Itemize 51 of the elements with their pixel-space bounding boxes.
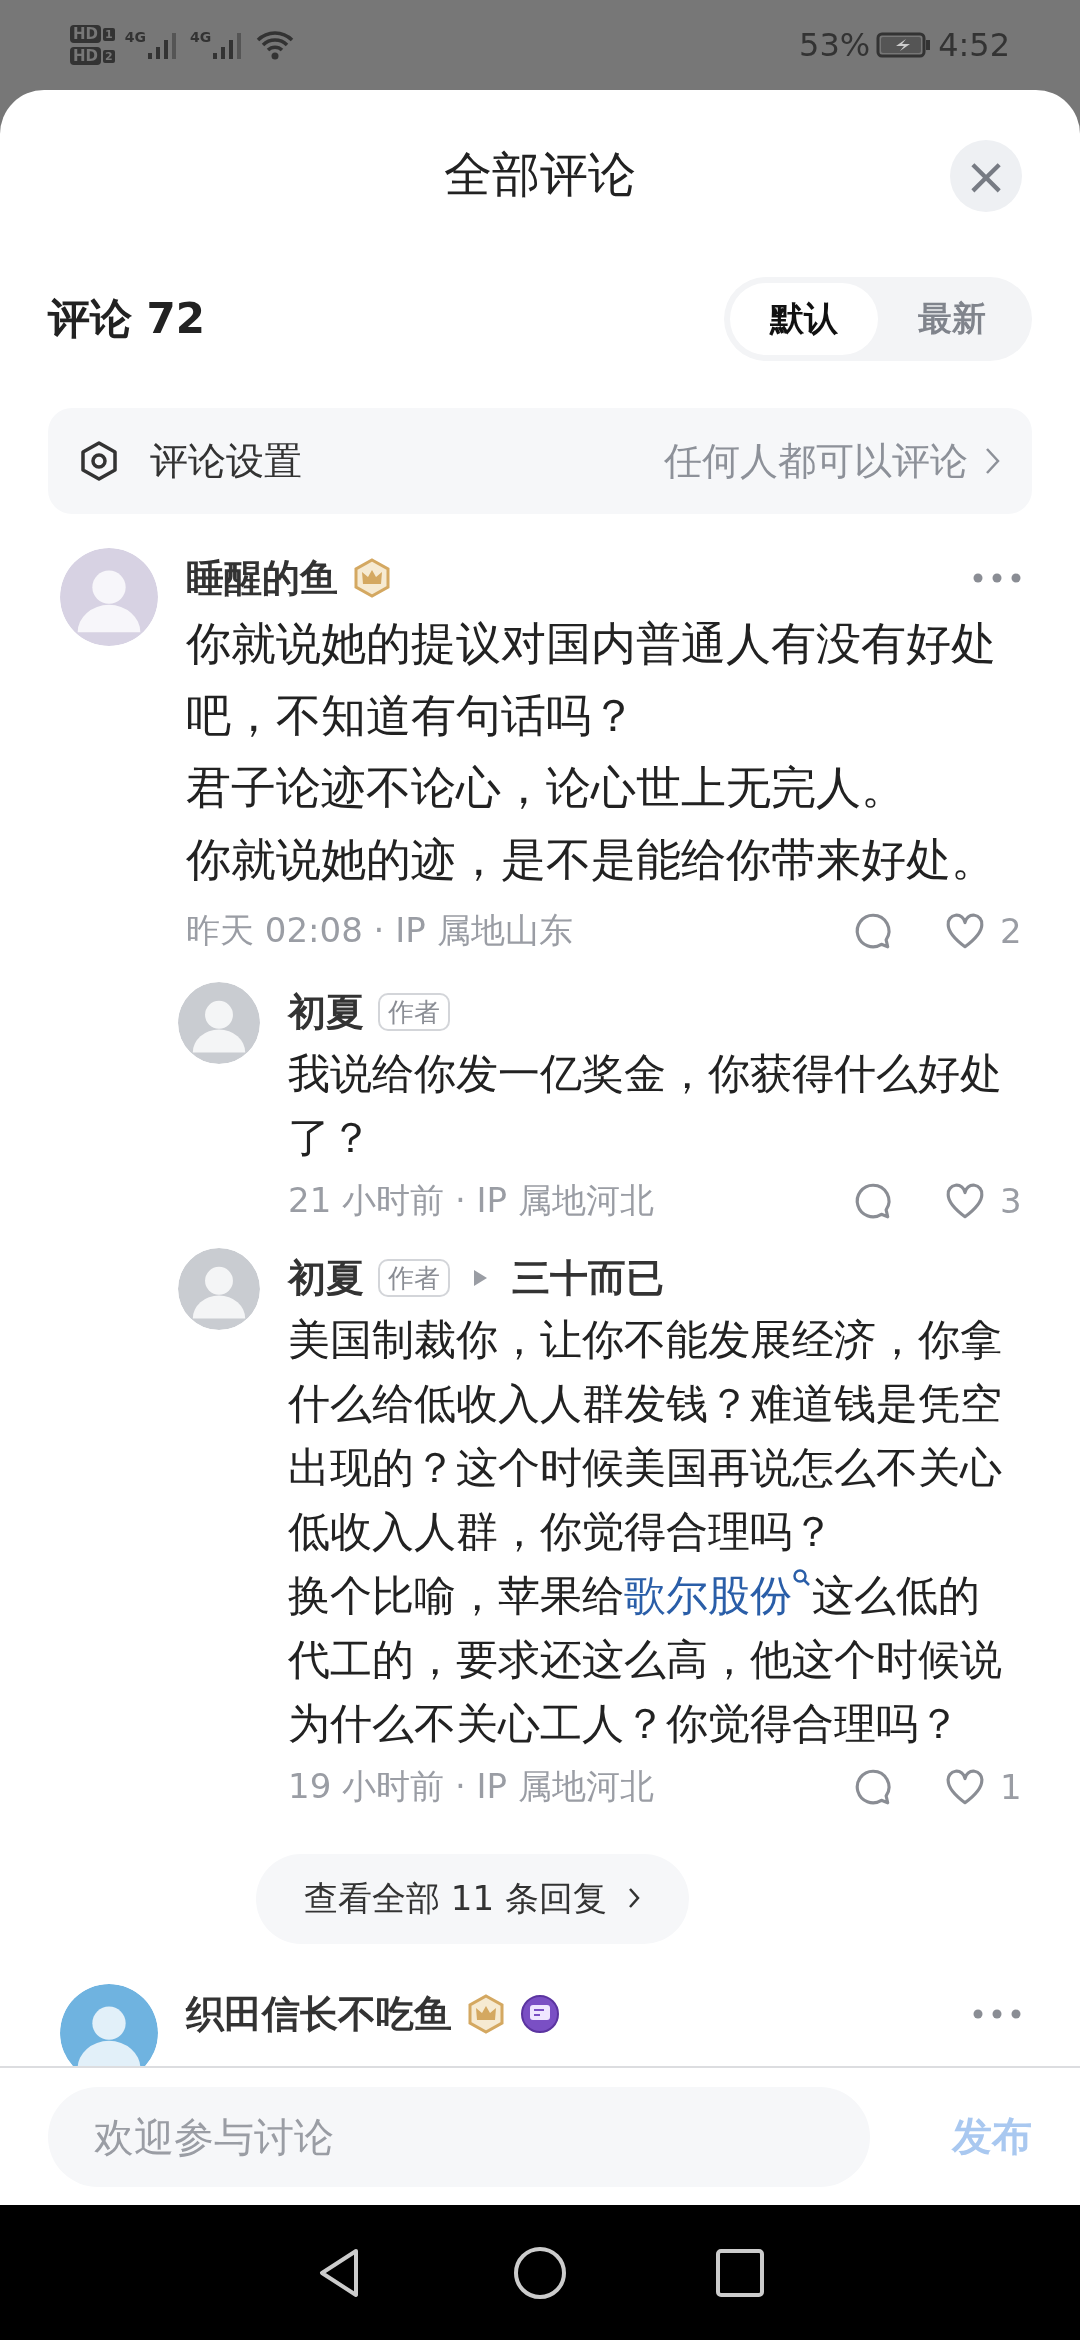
wifi-icon <box>255 29 296 61</box>
like-count: 1 <box>1000 1767 1023 1807</box>
crown-badge-icon <box>352 558 392 598</box>
reply-to-name[interactable]: 三十而已 <box>512 1252 664 1304</box>
avatar[interactable] <box>60 1984 158 2066</box>
keyword-link[interactable]: 歌尔股份 <box>624 1571 812 1620</box>
chevron-icon <box>626 1886 641 1910</box>
hd-badge: HD <box>70 25 101 43</box>
comment-settings-row[interactable]: 评论设置 任何人都可以评论 <box>48 408 1032 514</box>
author-tag: 作者 <box>378 993 450 1031</box>
comment-text: 君子论迹不论心，论心世上无完人。 <box>186 760 907 816</box>
chevron-icon <box>984 446 1002 476</box>
sheet-title: 全部评论 <box>444 145 636 204</box>
battery-charging-icon <box>876 32 933 58</box>
comment-meta: 昨天 02:08 · IP 属地山东 <box>186 909 574 952</box>
user-name[interactable]: 织田信长不吃鱼 <box>186 1988 452 2040</box>
author-tag: 作者 <box>378 1259 450 1297</box>
comment-text: 换个比喻，苹果给歌尔股份 这么低的代工的，要求还这么高，他这个时候说为什么不关心工人？你觉得合理吗？ <box>288 1564 1004 1756</box>
home-icon[interactable] <box>512 2244 568 2301</box>
sim-slot: 1 <box>103 27 115 41</box>
view-all-replies-button[interactable]: 查看全部 11 条回复 <box>256 1854 689 1944</box>
sort-option[interactable]: 默认 <box>730 283 878 355</box>
user-name[interactable]: 初夏 <box>288 1252 364 1304</box>
close-button[interactable]: × <box>950 140 1022 212</box>
user-name[interactable]: 初夏 <box>288 986 364 1038</box>
comment-text: 你就说她的提议对国内普通人有没有好处吧，不知道有句话吗？ <box>186 616 997 744</box>
like-count: 2 <box>1000 911 1023 951</box>
settings-icon <box>78 440 120 482</box>
more-icon[interactable] <box>972 572 1022 584</box>
comment-text: 你就说她的迹，是不是能给你带来好处。 <box>186 832 997 888</box>
user-name[interactable]: 睡醒的鱼 <box>186 552 338 604</box>
comment-input-field[interactable]: 欢迎参与讨论 <box>48 2086 870 2187</box>
network-type: 4G <box>124 29 146 45</box>
hd-badge: HD <box>70 47 101 65</box>
network-type: 4G <box>189 29 212 45</box>
comment-text: 美国制裁你，让你不能发展经济，你拿什么给低收入人群发钱？难道钱是凭空出现的？这个时候美国再说怎么不关心低收入人群，你觉得合理吗？ <box>288 1314 1003 1558</box>
crown-badge-icon <box>466 1994 506 2034</box>
like-count: 3 <box>1000 1181 1023 1221</box>
reply-arrow-icon <box>472 1269 488 1287</box>
comment-count: 评论 72 <box>48 293 206 345</box>
more-icon[interactable] <box>972 2008 1022 2020</box>
battery-percent: 53% <box>799 26 871 64</box>
search-icon <box>792 1568 812 1588</box>
clock: 4:52 <box>938 26 1010 64</box>
settings-value: 任何人都可以评论 <box>664 437 968 485</box>
chat-badge-icon <box>520 1994 560 2034</box>
sim-slot: 2 <box>103 49 115 63</box>
comment-meta: 19 小时前 · IP 属地河北 <box>288 1765 655 1808</box>
comment-meta: 21 小时前 · IP 属地河北 <box>288 1179 655 1222</box>
settings-label: 评论设置 <box>150 437 303 485</box>
comment-text: 我说给你发一亿奖金，你获得什么好处了？ <box>288 1048 1003 1164</box>
